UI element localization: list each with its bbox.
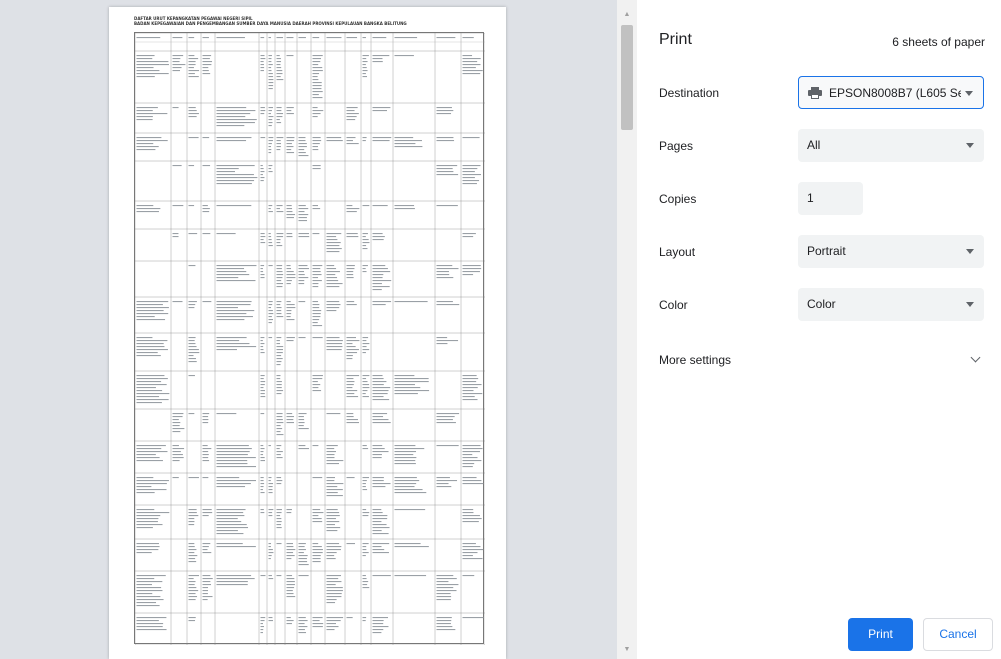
preview-page: DAFTAR URUT KEPANGKATAN PEGAWAI NEGERI S… [109, 7, 506, 659]
print-settings-panel: Print 6 sheets of paper Destination EPSO… [637, 0, 1001, 659]
copies-value: 1 [807, 191, 814, 205]
document-title-line2: BADAN KEPEGAWAIAN DAN PENGEMBANGAN SUMBE… [134, 21, 407, 26]
color-value: Color [807, 297, 836, 311]
copies-input[interactable]: 1 [798, 182, 863, 215]
document-table [134, 32, 485, 645]
pages-label: Pages [659, 139, 694, 153]
scrollbar-thumb[interactable] [621, 25, 633, 130]
printer-icon [808, 87, 822, 99]
chevron-down-icon [965, 129, 975, 162]
preview-scrollbar[interactable]: ▲ ▼ [617, 0, 637, 659]
document-title: DAFTAR URUT KEPANGKATAN PEGAWAI NEGERI S… [134, 16, 484, 26]
layout-value: Portrait [807, 244, 846, 258]
scroll-up-arrow-icon[interactable]: ▲ [617, 8, 637, 22]
print-button[interactable]: Print [848, 618, 913, 651]
chevron-down-icon [964, 77, 974, 110]
pages-select[interactable]: All [798, 129, 984, 162]
print-preview-area: DAFTAR URUT KEPANGKATAN PEGAWAI NEGERI S… [0, 0, 617, 659]
pages-value: All [807, 138, 821, 152]
chevron-down-icon [965, 235, 975, 268]
sheet-count: 6 sheets of paper [892, 35, 985, 49]
scroll-down-arrow-icon[interactable]: ▼ [617, 643, 637, 657]
color-select[interactable]: Color [798, 288, 984, 321]
layout-label: Layout [659, 245, 696, 259]
layout-select[interactable]: Portrait [798, 235, 984, 268]
more-settings-toggle[interactable]: More settings [659, 353, 731, 367]
chevron-down-icon [965, 288, 975, 321]
color-label: Color [659, 298, 688, 312]
expand-more-icon[interactable] [969, 353, 983, 367]
cancel-button[interactable]: Cancel [923, 618, 993, 651]
destination-select[interactable]: EPSON8008B7 (L605 Series) [798, 76, 984, 109]
copies-label: Copies [659, 192, 697, 206]
destination-label: Destination [659, 86, 720, 100]
destination-value: EPSON8008B7 (L605 Series) [829, 86, 961, 100]
document-table-graphic [135, 33, 485, 645]
dialog-title: Print [659, 31, 692, 48]
